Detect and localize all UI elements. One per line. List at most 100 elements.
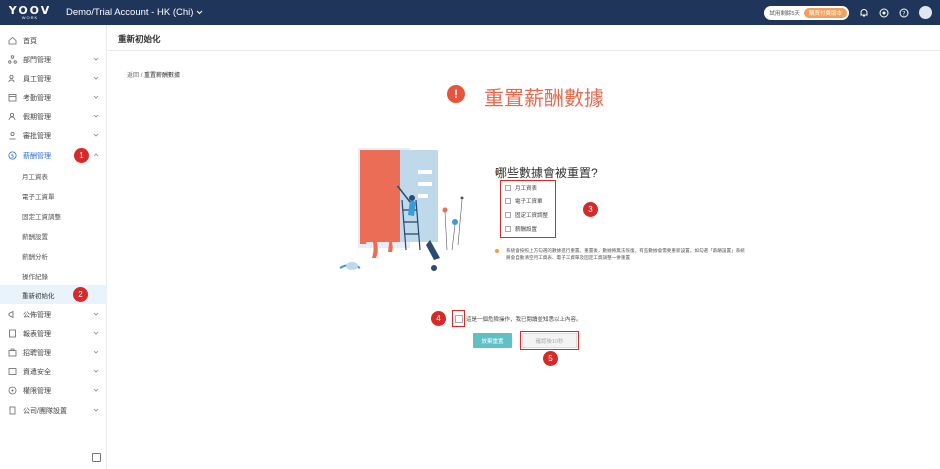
account-switcher[interactable]: Demo/Trial Account - HK (Chi) xyxy=(66,7,203,18)
warning-icon: ! xyxy=(447,85,465,103)
payroll-icon: $ xyxy=(7,151,17,161)
sidebar-item-label: 固定工資調整 xyxy=(22,213,61,221)
sidebar-item-reports[interactable]: 報表管理 xyxy=(0,324,107,343)
sidebar-item-announcements[interactable]: 公佈管理 xyxy=(0,305,107,324)
sidebar-item-label: 首頁 xyxy=(23,37,37,45)
sidebar-item-safety[interactable]: 資遣安全 xyxy=(0,362,107,381)
sidebar-item-permissions[interactable]: 權限管理 xyxy=(0,381,107,400)
page-header: 重新初始化 xyxy=(108,25,940,51)
question-heading: 哪些數據會被重置? xyxy=(495,166,598,180)
chevron-down-icon xyxy=(93,114,99,118)
painter-illustration xyxy=(339,148,464,271)
leave-icon xyxy=(7,112,17,122)
chevron-down-icon xyxy=(93,408,99,412)
permission-icon xyxy=(7,386,17,396)
sidebar-item-company-settings[interactable]: 公司/團隊設置 xyxy=(0,401,107,420)
sidebar-item-label: 電子工資單 xyxy=(22,193,55,201)
sidebar-item-label: 權限管理 xyxy=(23,387,51,395)
settings-circle-icon[interactable] xyxy=(879,8,889,18)
bell-icon[interactable] xyxy=(859,8,869,18)
sidebar-item-employees[interactable]: 員工管理 xyxy=(0,69,107,88)
sidebar-item-label: 審批管理 xyxy=(23,132,51,140)
highlight-box-reset xyxy=(520,331,579,350)
users-icon xyxy=(7,74,17,84)
chevron-down-icon xyxy=(93,350,99,354)
confirm-label: 這是一個危險操作，我已閱讀並知悉以上內容。 xyxy=(466,316,582,323)
sidebar-item-label: 月工資表 xyxy=(22,173,48,181)
sidebar-item-label: 公司/團隊設置 xyxy=(23,407,67,415)
back-link[interactable]: 返回 xyxy=(127,73,139,79)
collapse-sidebar-icon[interactable] xyxy=(92,453,101,462)
sidebar-item-recruitment[interactable]: 招聘管理 xyxy=(0,343,107,362)
trial-badge: 試用剩餘5天 購買付費版本 xyxy=(764,5,849,20)
trial-text: 試用剩餘5天 xyxy=(769,10,800,17)
logo-subtext: WORK xyxy=(21,15,39,20)
sidebar-item-label: 薪酬設置 xyxy=(22,233,48,241)
yoov-logo[interactable]: YOOV WORK xyxy=(6,0,54,25)
sidebar-item-e-payslip[interactable]: 電子工資單 xyxy=(0,186,107,205)
sidebar-item-label: 公佈管理 xyxy=(23,311,51,319)
sidebar-item-home[interactable]: 首頁 xyxy=(0,31,107,50)
annotation-badge: 1 xyxy=(74,148,89,163)
report-icon xyxy=(7,329,17,339)
chevron-down-icon xyxy=(93,388,99,392)
sidebar-item-approval[interactable]: 審批管理 xyxy=(0,126,107,145)
top-bar: YOOV WORK Demo/Trial Account - HK (Chi) … xyxy=(0,0,940,25)
sidebar-item-label: 部門管理 xyxy=(23,56,51,64)
sidebar-item-label: 操作紀錄 xyxy=(22,273,48,281)
buy-button[interactable]: 購買付費版本 xyxy=(803,7,847,18)
chevron-up-icon xyxy=(93,153,99,157)
sidebar-item-label: 資遣安全 xyxy=(23,368,51,376)
reset-title: 重置薪酬數據 xyxy=(484,86,604,110)
cancel-reset-button[interactable]: 放棄重置 xyxy=(473,333,512,348)
chevron-down-icon xyxy=(93,76,99,80)
sidebar-item-label: 員工管理 xyxy=(23,75,51,83)
sidebar-item-payroll[interactable]: $ 薪酬管理 xyxy=(0,146,107,165)
chevron-down-icon xyxy=(197,10,203,15)
help-icon[interactable]: ? xyxy=(899,8,909,18)
avatar[interactable] xyxy=(919,6,932,19)
sidebar: 首頁 部門管理 員工管理 考勤管理 假期管理 審批管理 $ 薪酬管理 月工資表 … xyxy=(0,25,107,469)
highlight-box-options xyxy=(500,180,556,238)
recruit-icon xyxy=(7,348,17,358)
home-icon xyxy=(7,36,17,46)
sidebar-item-label: 重新初始化 xyxy=(22,292,55,300)
safety-icon xyxy=(7,367,17,377)
chevron-down-icon xyxy=(93,57,99,61)
account-name: Demo/Trial Account - HK (Chi) xyxy=(66,7,194,18)
confirm-checkbox-row[interactable]: 這是一個危險操作，我已閱讀並知悉以上內容。 xyxy=(455,312,582,325)
chevron-down-icon xyxy=(93,312,99,316)
sidebar-item-reinitialize[interactable]: 重新初始化 xyxy=(0,285,107,304)
sidebar-item-fixed-salary-adjust[interactable]: 固定工資調整 xyxy=(0,206,107,225)
org-icon xyxy=(7,55,17,65)
annotation-badge: 5 xyxy=(543,351,558,366)
sidebar-item-department[interactable]: 部門管理 xyxy=(0,50,107,69)
chevron-down-icon xyxy=(93,95,99,99)
breadcrumb-current: 重置薪酬數據 xyxy=(144,73,181,79)
company-icon xyxy=(7,406,17,416)
calendar-icon xyxy=(7,93,17,103)
sidebar-item-attendance[interactable]: 考勤管理 xyxy=(0,88,107,107)
sidebar-item-operation-log[interactable]: 操作紀錄 xyxy=(0,266,107,285)
svg-text:$: $ xyxy=(10,154,13,160)
sidebar-item-label: 薪酬管理 xyxy=(23,152,51,160)
megaphone-icon xyxy=(7,310,17,320)
note-bullet xyxy=(495,249,499,253)
chevron-down-icon xyxy=(93,133,99,137)
sidebar-item-payroll-analysis[interactable]: 薪酬分析 xyxy=(0,246,107,265)
sidebar-item-monthly-payroll[interactable]: 月工資表 xyxy=(0,166,107,185)
sidebar-item-payroll-settings[interactable]: 薪酬設置 xyxy=(0,226,107,245)
annotation-badge: 4 xyxy=(431,311,446,326)
sidebar-item-label: 薪酬分析 xyxy=(22,253,48,261)
sidebar-item-leave[interactable]: 假期管理 xyxy=(0,107,107,126)
sidebar-item-label: 招聘管理 xyxy=(23,349,51,357)
breadcrumb: 返回 / 重置薪酬數據 xyxy=(127,70,180,79)
highlight-box-confirm xyxy=(452,310,465,327)
chevron-down-icon xyxy=(93,369,99,373)
page-title: 重新初始化 xyxy=(118,34,161,44)
sidebar-item-label: 考勤管理 xyxy=(23,94,51,102)
sidebar-item-label: 假期管理 xyxy=(23,113,51,121)
reset-note: 系統會按照上方勾選的數據進行重置。重置後，數據將無法恢復，有些數據會需要重新設置… xyxy=(506,248,745,260)
sidebar-item-label: 報表管理 xyxy=(23,330,51,338)
svg-text:?: ? xyxy=(902,10,905,17)
